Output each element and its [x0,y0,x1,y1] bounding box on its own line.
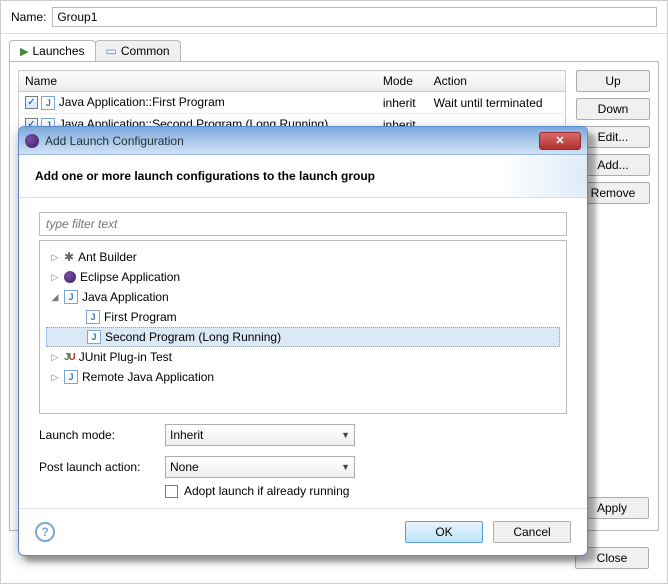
expand-icon[interactable]: ▷ [50,252,60,263]
help-icon[interactable]: ? [35,522,55,542]
tree-label: Eclipse Application [80,270,180,284]
row-action: Wait until terminated [428,92,566,114]
eclipse-icon [64,271,76,283]
config-tree[interactable]: ▷ ✱ Ant Builder ▷ Eclipse Application ◢ … [39,240,567,414]
common-icon: ▭ [106,44,117,58]
col-action[interactable]: Action [428,71,566,92]
row-checkbox[interactable] [25,96,38,109]
java-icon: J [86,310,100,324]
launch-mode-value: Inherit [170,428,203,442]
filter-input[interactable] [39,212,567,236]
table-row[interactable]: J Java Application::First Program inheri… [19,92,566,114]
java-icon: J [41,96,55,110]
dialog-heading-band: Add one or more launch configurations to… [19,155,587,198]
cancel-button[interactable]: Cancel [493,521,571,543]
tree-label: JUnit Plug-in Test [79,350,172,364]
dialog-title: Add Launch Configuration [45,134,533,148]
junit-icon: JU [64,352,75,363]
name-input[interactable] [52,7,657,27]
tree-item-second-program[interactable]: J Second Program (Long Running) [46,327,560,347]
post-action-label: Post launch action: [39,460,157,474]
tab-bar: ▶ Launches ▭ Common [1,34,667,61]
down-button[interactable]: Down [576,98,650,120]
expand-icon[interactable]: ▷ [50,352,60,363]
launch-mode-row: Launch mode: Inherit ▼ [39,424,567,446]
chevron-down-icon: ▼ [341,462,350,472]
row-name: Java Application::First Program [59,95,225,109]
tree-label: Second Program (Long Running) [105,330,281,344]
launch-mode-label: Launch mode: [39,428,157,442]
ant-icon: ✱ [64,250,74,264]
java-icon: J [87,330,101,344]
tree-item-eclipse-app[interactable]: ▷ Eclipse Application [46,267,560,287]
col-mode[interactable]: Mode [377,71,428,92]
close-icon[interactable]: ✕ [539,132,581,150]
launch-mode-select[interactable]: Inherit ▼ [165,424,355,446]
tree-item-junit[interactable]: ▷ JU JUnit Plug-in Test [46,347,560,367]
dialog-body: ▷ ✱ Ant Builder ▷ Eclipse Application ◢ … [19,198,587,508]
tab-common[interactable]: ▭ Common [95,40,181,61]
tree-item-remote-java[interactable]: ▷ J Remote Java Application [46,367,560,387]
tree-item-ant[interactable]: ▷ ✱ Ant Builder [46,247,560,267]
tree-label: Ant Builder [78,250,137,264]
col-name[interactable]: Name [19,71,377,92]
dialog-footer: ? OK Cancel [19,508,587,555]
row-mode: inherit [377,92,428,114]
expand-icon[interactable]: ▷ [50,372,60,383]
tree-item-java-app[interactable]: ◢ J Java Application [46,287,560,307]
tab-launches[interactable]: ▶ Launches [9,40,96,61]
tree-label: Java Application [82,290,169,304]
java-icon: J [64,290,78,304]
tab-launches-label: Launches [32,44,84,58]
adopt-checkbox[interactable] [165,485,178,498]
post-action-value: None [170,460,199,474]
dialog-heading: Add one or more launch configurations to… [35,169,375,183]
collapse-icon[interactable]: ◢ [50,292,60,303]
name-label: Name: [11,10,46,24]
java-icon: J [64,370,78,384]
name-row: Name: [1,1,667,34]
tree-label: Remote Java Application [82,370,214,384]
post-action-select[interactable]: None ▼ [165,456,355,478]
expand-icon[interactable]: ▷ [50,272,60,283]
launches-icon: ▶ [20,45,28,58]
tree-item-first-program[interactable]: J First Program [46,307,560,327]
tree-label: First Program [104,310,177,324]
tab-common-label: Common [121,44,170,58]
post-action-row: Post launch action: None ▼ [39,456,567,478]
up-button[interactable]: Up [576,70,650,92]
table-header-row: Name Mode Action [19,71,566,92]
add-launch-dialog: Add Launch Configuration ✕ Add one or mo… [18,126,588,556]
adopt-label: Adopt launch if already running [184,484,349,498]
eclipse-icon [25,134,39,148]
ok-button[interactable]: OK [405,521,483,543]
dialog-titlebar[interactable]: Add Launch Configuration ✕ [19,127,587,155]
adopt-row: Adopt launch if already running [165,484,567,498]
chevron-down-icon: ▼ [341,430,350,440]
